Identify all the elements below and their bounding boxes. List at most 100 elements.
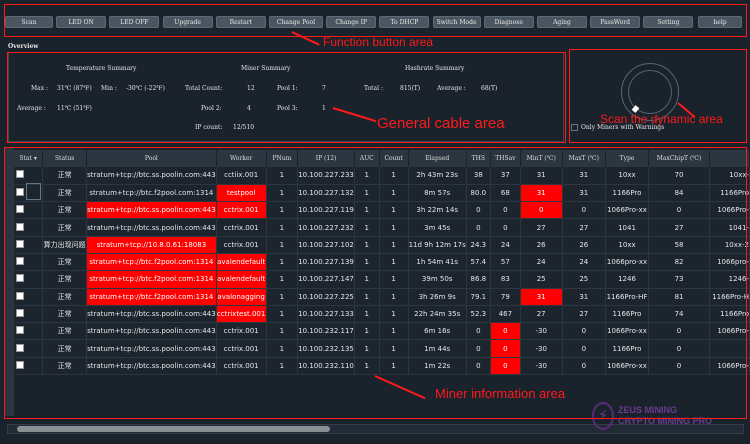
row-checkbox[interactable] [16, 187, 24, 196]
table-row[interactable]: 算力出现问题 stratum+tcp://10.8.0.61:18083 cctri… [14, 236, 750, 254]
row-checkbox[interactable] [16, 170, 24, 179]
column-header-label: MaxT (℃) [568, 155, 599, 162]
select-cell[interactable] [14, 236, 44, 254]
row-checkbox[interactable] [16, 360, 24, 369]
table-row[interactable]: 正常 stratum+tcp://btc.ss.poolin.com:443 cct… [14, 201, 750, 220]
select-cell[interactable] [14, 270, 44, 289]
row-checkbox[interactable] [16, 326, 24, 335]
column-header[interactable]: Worker [216, 150, 267, 167]
table-cell: 3h 26m 9s [408, 288, 467, 306]
table-cell: 31 [562, 184, 607, 203]
row-checkbox[interactable] [16, 343, 24, 352]
table-cell: 27 [562, 218, 607, 237]
table-cell: 57.4 [466, 253, 491, 272]
table-cell: 2h 43m 23s [408, 167, 467, 185]
table-cell: 1 [354, 236, 380, 254]
select-cell[interactable] [14, 253, 44, 272]
table-cell: 0 [520, 201, 563, 220]
column-header[interactable]: THSav [490, 150, 521, 167]
row-checkbox[interactable] [16, 257, 24, 266]
table-cell: 27 [648, 218, 711, 237]
table-cell: 10.100.227.132 [297, 184, 355, 203]
table-cell: 86.8 [466, 270, 491, 289]
table-row[interactable]: 正常 stratum+tcp://btc.ss.poolin.com:443 cct… [14, 167, 750, 185]
table-cell: 1 [266, 218, 299, 237]
table-cell: 31 [520, 288, 563, 306]
toolbar-button-led-off[interactable]: LED OFF [109, 16, 160, 28]
row-checkbox[interactable] [16, 291, 24, 300]
toolbar-button-to-dhcp[interactable]: To DHCP [379, 16, 430, 28]
column-header[interactable]: Status [42, 150, 88, 167]
column-header[interactable]: Count [379, 150, 409, 167]
help-button[interactable]: help [698, 16, 742, 28]
select-cell[interactable] [14, 322, 44, 341]
column-header[interactable]: PNum [266, 150, 299, 167]
row-checkbox[interactable] [16, 222, 24, 231]
column-header[interactable]: MaxChipT (℃) [648, 150, 711, 167]
table-row[interactable]: 正常 stratum+tcp://btc.f2pool.com:1314 avale… [14, 253, 750, 272]
scrollbar-thumb[interactable] [17, 426, 330, 432]
column-header[interactable]: THS [466, 150, 491, 167]
table-cell: 0 [648, 339, 711, 358]
column-header[interactable]: AUC [354, 150, 380, 167]
toolbar-button-led-on[interactable]: LED ON [56, 16, 107, 28]
select-cell[interactable] [14, 305, 44, 324]
table-row[interactable]: 正常 stratum+tcp://btc.ss.poolin.com:443 cct… [14, 357, 750, 376]
table-row[interactable]: 正常 stratum+tcp://btc.f2pool.com:1314 testp… [14, 184, 750, 203]
row-checkbox[interactable] [16, 205, 24, 214]
column-header[interactable]: Stat ▾ [14, 150, 44, 167]
column-header-label: Type [619, 155, 635, 162]
toolbar-button-password[interactable]: PassWord [590, 16, 641, 28]
row-checkbox[interactable] [16, 309, 24, 318]
table-cell: 0 [490, 218, 521, 237]
table-cell: 1 [354, 322, 380, 341]
column-header[interactable]: Type [605, 150, 649, 167]
table-cell: 1 [354, 288, 380, 306]
select-cell[interactable] [14, 288, 44, 306]
select-cell[interactable] [14, 167, 44, 185]
row-checkbox[interactable] [16, 274, 24, 283]
toolbar-button-switch-mode[interactable]: Switch Mode [432, 16, 481, 28]
column-header[interactable]: MinT (℃) [520, 150, 563, 167]
table-row[interactable]: 正常 stratum+tcp://btc.ss.poolin.com:443 cct… [14, 305, 750, 324]
total-count-label: Total Count: [185, 85, 223, 92]
table-cell: 3h 22m 14s [408, 201, 467, 220]
select-cell[interactable] [14, 357, 44, 376]
column-header-label: IP (12) [315, 155, 337, 162]
table-cell: cctrix.001 [216, 218, 267, 237]
column-header[interactable] [709, 150, 750, 167]
table-row[interactable]: 正常 stratum+tcp://btc.ss.poolin.com:443 cct… [14, 322, 750, 341]
row-checkbox[interactable] [16, 239, 24, 248]
table-cell: 1 [379, 288, 409, 306]
toolbar-button-scan[interactable]: Scan [5, 16, 53, 28]
sort-arrow-icon[interactable]: ▾ [32, 155, 37, 162]
toolbar-button-upgrade[interactable]: Upgrade [162, 16, 213, 28]
only-warnings-checkbox[interactable] [571, 124, 578, 131]
table-cell: 0 [562, 322, 607, 341]
table-cell: 81 [648, 288, 711, 306]
toolbar-button-restart[interactable]: Restart [215, 16, 266, 28]
column-header[interactable]: MaxT (℃) [562, 150, 607, 167]
toolbar-button-setting[interactable]: Setting [643, 16, 694, 28]
table-cell: 1246- [709, 270, 750, 289]
select-cell[interactable] [14, 339, 44, 358]
column-header[interactable]: IP (12) [297, 150, 355, 167]
toolbar-button-change-ip[interactable]: Change IP [326, 16, 377, 28]
table-cell: 1 [354, 305, 380, 324]
table-row[interactable]: 正常 stratum+tcp://btc.ss.poolin.com:443 cct… [14, 339, 750, 358]
table-row[interactable]: 正常 stratum+tcp://btc.f2pool.com:1314 avale… [14, 270, 750, 289]
column-header-label: THS [471, 155, 486, 162]
hashrate-summary-title: Hashrate Summary [405, 65, 465, 72]
column-header[interactable]: Elapsed [408, 150, 467, 167]
select-cell[interactable] [14, 218, 44, 237]
column-header[interactable]: Pool [86, 150, 217, 167]
table-cell: cctiix.001 [216, 167, 267, 185]
table-cell: 正常 [42, 201, 88, 220]
toolbar-button-aging[interactable]: Aging [537, 16, 587, 28]
table-row[interactable]: 正常 stratum+tcp://btc.f2pool.com:1314 avalo… [14, 288, 750, 306]
table-cell: stratum+tcp://btc.ss.poolin.com:443 [86, 322, 217, 341]
toolbar-button-diagnose[interactable]: Diagnose [483, 16, 534, 28]
select-cell[interactable] [14, 201, 44, 220]
toolbar-button-change-pool[interactable]: Change Pool [269, 16, 323, 28]
table-row[interactable]: 正常 stratum+tcp://btc.ss.poolin.com:443 cct… [14, 218, 750, 237]
